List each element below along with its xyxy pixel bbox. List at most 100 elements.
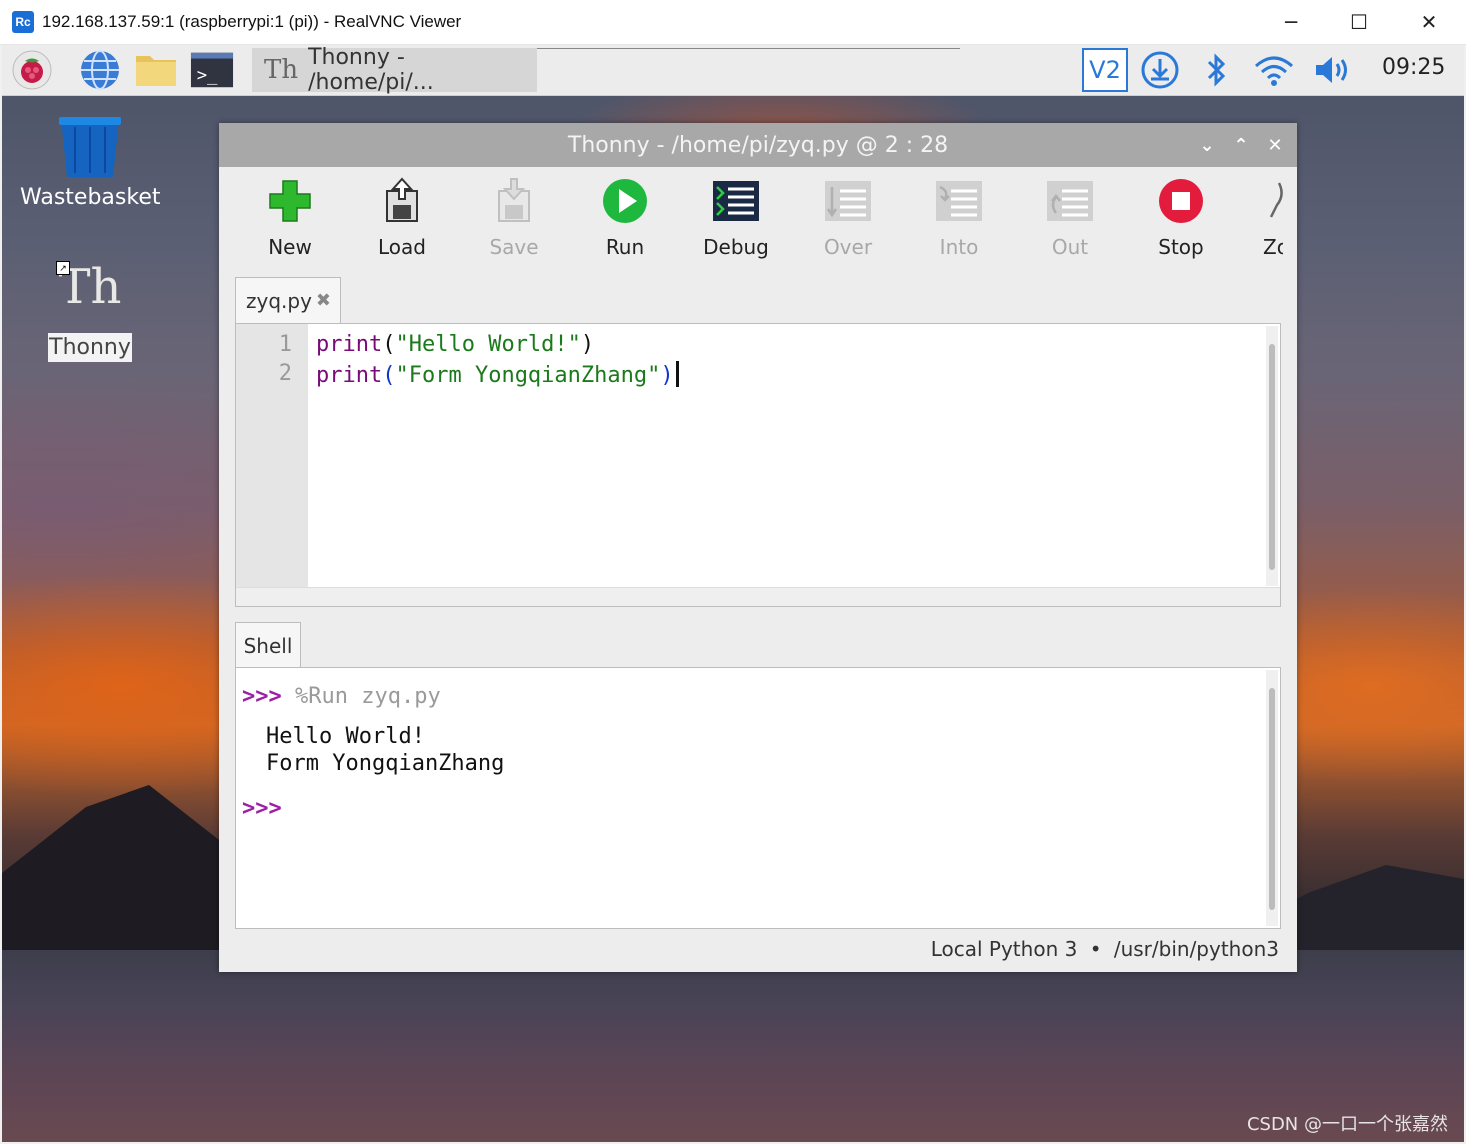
file-manager-icon[interactable] (134, 50, 178, 90)
volume-icon[interactable] (1310, 50, 1354, 90)
step-over-button[interactable]: Over (798, 177, 898, 259)
shell-tab[interactable]: Shell (235, 622, 301, 668)
code-paren: ) (580, 332, 595, 357)
taskbar-clock[interactable]: 09:25 (1382, 55, 1445, 80)
interpreter-path: /usr/bin/python3 (1113, 937, 1279, 961)
debug-icon (712, 177, 760, 225)
code-keyword: print (316, 363, 383, 388)
code-editor[interactable]: 1 2 print("Hello World!") print("Form Yo… (235, 323, 1281, 607)
load-icon (378, 177, 426, 225)
tab-close-icon[interactable]: ✖ (316, 290, 331, 311)
out-label: Out (1051, 235, 1089, 259)
editor-vertical-scrollbar[interactable] (1266, 326, 1278, 586)
maximize-button[interactable]: ☐ (1324, 0, 1394, 44)
code-paren-highlight: ( (382, 363, 396, 388)
stop-button[interactable]: Stop (1131, 177, 1231, 259)
wifi-icon[interactable] (1252, 50, 1296, 90)
step-into-icon (935, 177, 983, 225)
taskbar-top-strip (508, 45, 960, 49)
thonny-maximize-button[interactable]: ⌃ (1227, 131, 1255, 159)
thonny-minimize-button[interactable]: ⌄ (1193, 131, 1221, 159)
line-number: 2 (278, 361, 292, 386)
shell-output-line: Form YongqianZhang (266, 751, 505, 776)
shell-prompt: >>> (242, 684, 282, 709)
thonny-toolbar: New Load Save Run Debug Over Into Out St… (219, 167, 1297, 273)
thonny-close-button[interactable]: ✕ (1261, 131, 1289, 159)
realvnc-logo-icon: Rc (12, 11, 34, 33)
desktop-icon-wastebasket[interactable]: Wastebasket (20, 115, 160, 210)
line-number-gutter: 1 2 (236, 324, 308, 589)
vnc-window-title: 192.168.137.59:1 (raspberrypi:1 (pi)) - … (42, 12, 462, 31)
zoom-button[interactable]: Zo (1243, 177, 1283, 259)
text-cursor (675, 361, 679, 387)
code-line-1[interactable]: print("Hello World!") (316, 332, 594, 357)
taskbar-thonny-task[interactable]: Th Thonny - /home/pi/... (252, 45, 537, 95)
new-button[interactable]: New (240, 177, 340, 259)
thonny-desktop-label: Thonny (48, 333, 132, 362)
step-out-icon (1046, 177, 1094, 225)
thonny-window: Thonny - /home/pi/zyq.py @ 2 : 28 ⌄ ⌃ ✕ … (219, 123, 1297, 972)
editor-horizontal-scrollbar[interactable] (236, 587, 1280, 606)
thonny-window-title: Thonny - /home/pi/zyq.py @ 2 : 28 (567, 132, 949, 158)
run-label: Run (605, 235, 645, 259)
code-keyword: print (316, 332, 383, 357)
interpreter-status[interactable]: Local Python 3 • /usr/bin/python3 (931, 937, 1279, 961)
taskbar-task-title: Thonny - /home/pi/... (308, 45, 434, 95)
save-icon (490, 177, 538, 225)
vnc-tray-icon[interactable]: V2 (1080, 47, 1130, 93)
new-label: New (268, 235, 312, 259)
close-button[interactable]: ✕ (1394, 0, 1464, 44)
download-updates-icon[interactable] (1138, 50, 1182, 90)
over-label: Over (823, 235, 873, 259)
stop-label: Stop (1158, 235, 1204, 259)
editor-tab-zyq[interactable]: zyq.py ✖ (235, 277, 341, 323)
wastebasket-label: Wastebasket (20, 185, 161, 210)
debug-button[interactable]: Debug (686, 177, 786, 259)
shell-console[interactable]: >>> %Run zyq.py Hello World! Form Yongqi… (235, 667, 1281, 929)
vnc-tray-glyph: V2 (1082, 48, 1128, 92)
vnc-titlebar: Rc 192.168.137.59:1 (raspberrypi:1 (pi))… (0, 0, 1466, 45)
into-label: Into (939, 235, 979, 259)
code-paren: ( (382, 332, 396, 357)
interpreter-name: Local Python 3 (930, 937, 1078, 961)
code-line-2[interactable]: print("Form YongqianZhang") (316, 361, 679, 388)
svg-text:>_: >_ (197, 66, 218, 86)
step-into-button[interactable]: Into (909, 177, 1009, 259)
shell-run-command: %Run zyq.py (295, 684, 441, 709)
terminal-icon[interactable]: >_ (190, 50, 234, 90)
debug-label: Debug (703, 235, 769, 259)
taskbar: >_ Th Thonny - /home/pi/... V2 09:25 (2, 45, 1464, 96)
save-button[interactable]: Save (464, 177, 564, 259)
thonny-icon: Th ↗ (48, 259, 132, 325)
shell-vertical-scrollbar[interactable] (1266, 670, 1278, 926)
run-button[interactable]: Run (575, 177, 675, 259)
save-label: Save (489, 235, 539, 259)
code-paren-highlight: ) (660, 363, 674, 388)
shell-prompt: >>> (242, 796, 282, 821)
web-browser-icon[interactable] (78, 50, 122, 90)
zoom-icon (1249, 177, 1283, 225)
code-string: "Hello World!" (395, 332, 581, 357)
scrollbar-thumb[interactable] (1269, 344, 1275, 570)
thonny-task-icon: Th (264, 55, 299, 85)
shortcut-arrow-icon: ↗ (56, 261, 70, 275)
stop-icon (1157, 177, 1205, 225)
status-separator: • (1089, 937, 1102, 961)
editor-tab-label: zyq.py (246, 288, 312, 313)
scrollbar-thumb[interactable] (1269, 688, 1275, 910)
load-button[interactable]: Load (352, 177, 452, 259)
bluetooth-icon[interactable] (1194, 50, 1238, 90)
sea-background (2, 950, 1464, 1142)
thonny-titlebar[interactable]: Thonny - /home/pi/zyq.py @ 2 : 28 ⌄ ⌃ ✕ (219, 123, 1297, 167)
shell-output-line: Hello World! (266, 724, 425, 749)
step-over-icon (824, 177, 872, 225)
trash-icon (59, 117, 121, 177)
raspberry-menu-icon[interactable] (10, 50, 54, 90)
line-number: 1 (278, 332, 292, 357)
run-icon (601, 177, 649, 225)
csdn-watermark: CSDN @一口一个张嘉然 (1246, 1114, 1448, 1135)
desktop-icon-thonny[interactable]: Th ↗ Thonny (48, 259, 132, 362)
load-label: Load (378, 235, 426, 259)
minimize-button[interactable]: ─ (1256, 0, 1326, 44)
step-out-button[interactable]: Out (1020, 177, 1120, 259)
